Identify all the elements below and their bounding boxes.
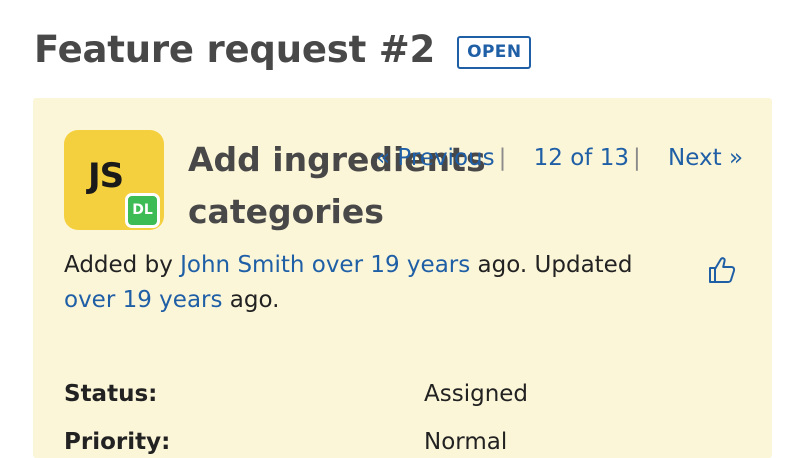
priority-label: Priority: (64, 429, 171, 455)
status-label: Status: (64, 381, 158, 407)
author-suffix: ago. (222, 287, 280, 313)
page-title: Feature request #2 (34, 28, 436, 71)
author-prefix: Added by (64, 252, 181, 278)
author-space (304, 252, 311, 278)
issue-author-line: Added by John Smith over 19 years ago. U… (64, 248, 684, 318)
pager-separator: | (632, 145, 641, 171)
page-header: Feature request #2 OPEN (34, 26, 532, 74)
issue-panel: JS DL Add ingredients categories « Previ… (33, 98, 772, 458)
author-link[interactable]: John Smith (180, 252, 304, 278)
avatar: JS DL (64, 130, 164, 230)
status-value: Assigned (424, 381, 529, 407)
issue-pager: « Previous | 12 of 13 | Next » (376, 142, 743, 174)
avatar-logo-text: JS (88, 156, 124, 196)
pager-separator: | (498, 145, 507, 171)
created-ago-link[interactable]: over 19 years (312, 252, 470, 278)
avatar-badge: DL (125, 193, 160, 228)
next-link[interactable]: Next » (668, 145, 743, 171)
author-middle: ago. Updated (470, 252, 633, 278)
previous-link[interactable]: « Previous (376, 145, 495, 171)
thumbs-up-icon[interactable] (706, 254, 738, 286)
position-link[interactable]: 12 of 13 (534, 145, 629, 171)
updated-ago-link[interactable]: over 19 years (64, 287, 222, 313)
status-badge: OPEN (457, 35, 532, 69)
priority-value: Normal (424, 429, 508, 455)
